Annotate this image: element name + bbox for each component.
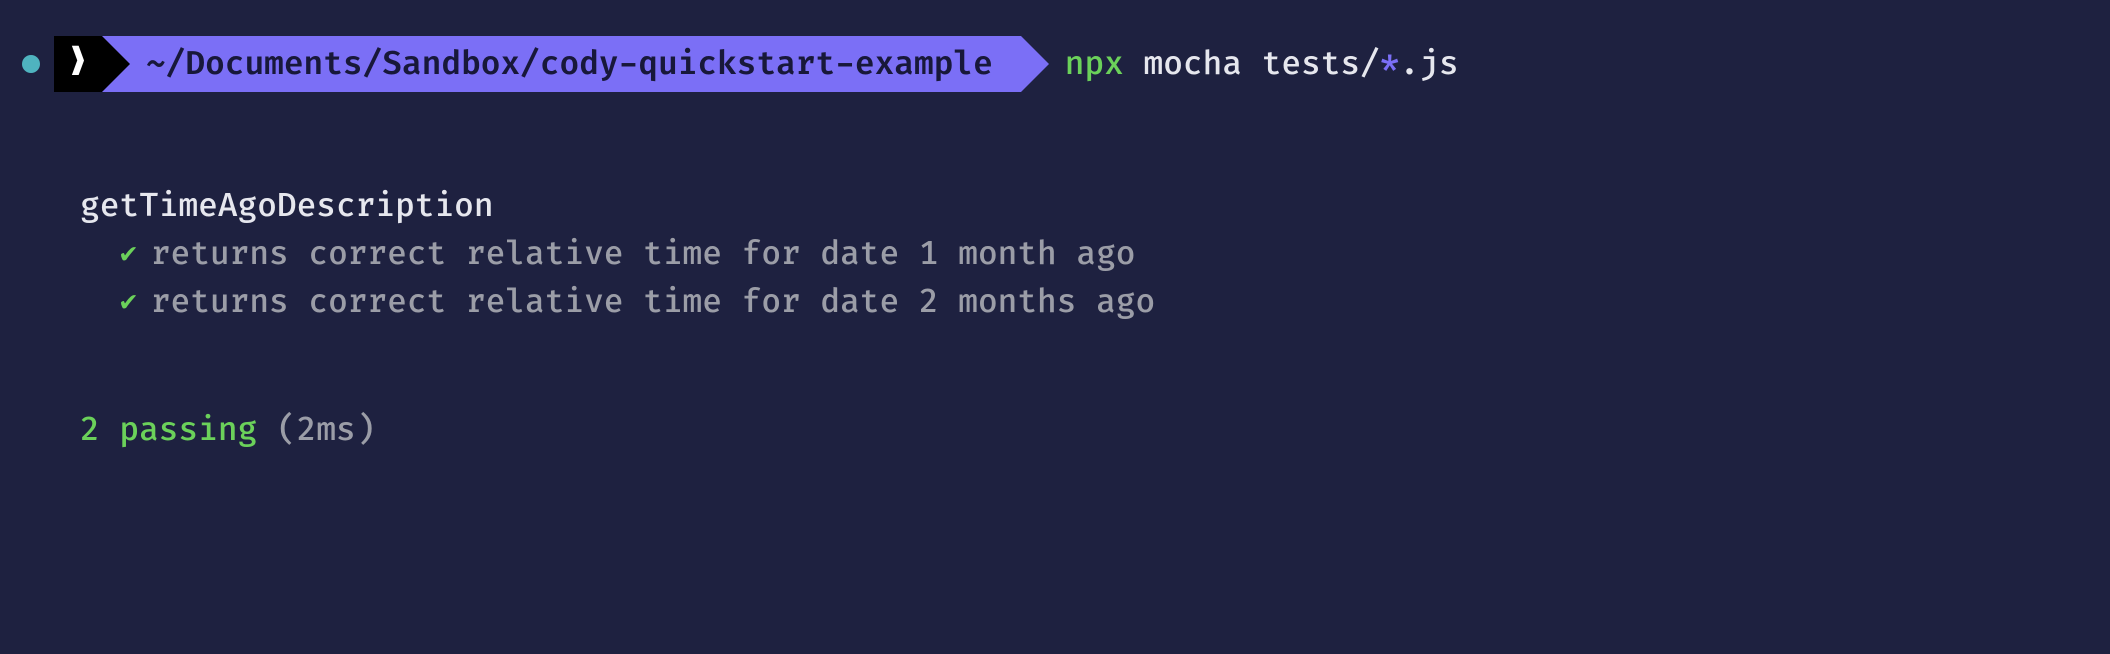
test-output: getTimeAgoDescription ✔ returns correct …: [0, 182, 2110, 454]
prompt-symbol: ❯: [66, 44, 90, 84]
summary-line: 2 passing (2ms): [80, 406, 2110, 454]
command[interactable]: npx mocha tests/ * .js: [1065, 40, 1459, 88]
summary-passing: 2 passing: [80, 410, 257, 450]
command-glob: *: [1380, 40, 1400, 88]
cwd-segment: ~/Documents/Sandbox/cody-quickstart-exam…: [102, 36, 1021, 92]
command-args-post: .js: [1400, 40, 1459, 88]
suite-title: getTimeAgoDescription: [80, 182, 2110, 230]
command-args-pre: mocha tests/: [1124, 40, 1380, 88]
checkmark-icon: ✔: [120, 233, 137, 275]
test-line: ✔ returns correct relative time for date…: [80, 278, 2110, 326]
test-line: ✔ returns correct relative time for date…: [80, 230, 2110, 278]
summary-duration: (2ms): [277, 410, 375, 450]
test-description: returns correct relative time for date 2…: [151, 278, 1155, 326]
prompt-line[interactable]: ❯ ~/Documents/Sandbox/cody-quickstart-ex…: [0, 36, 2110, 92]
prompt-symbol-segment: ❯: [54, 36, 102, 92]
test-description: returns correct relative time for date 1…: [151, 230, 1136, 278]
checkmark-icon: ✔: [120, 281, 137, 323]
command-binary: npx: [1065, 40, 1124, 88]
cwd-text: ~/Documents/Sandbox/cody-quickstart-exam…: [146, 40, 993, 88]
status-dot-icon: [22, 55, 40, 73]
